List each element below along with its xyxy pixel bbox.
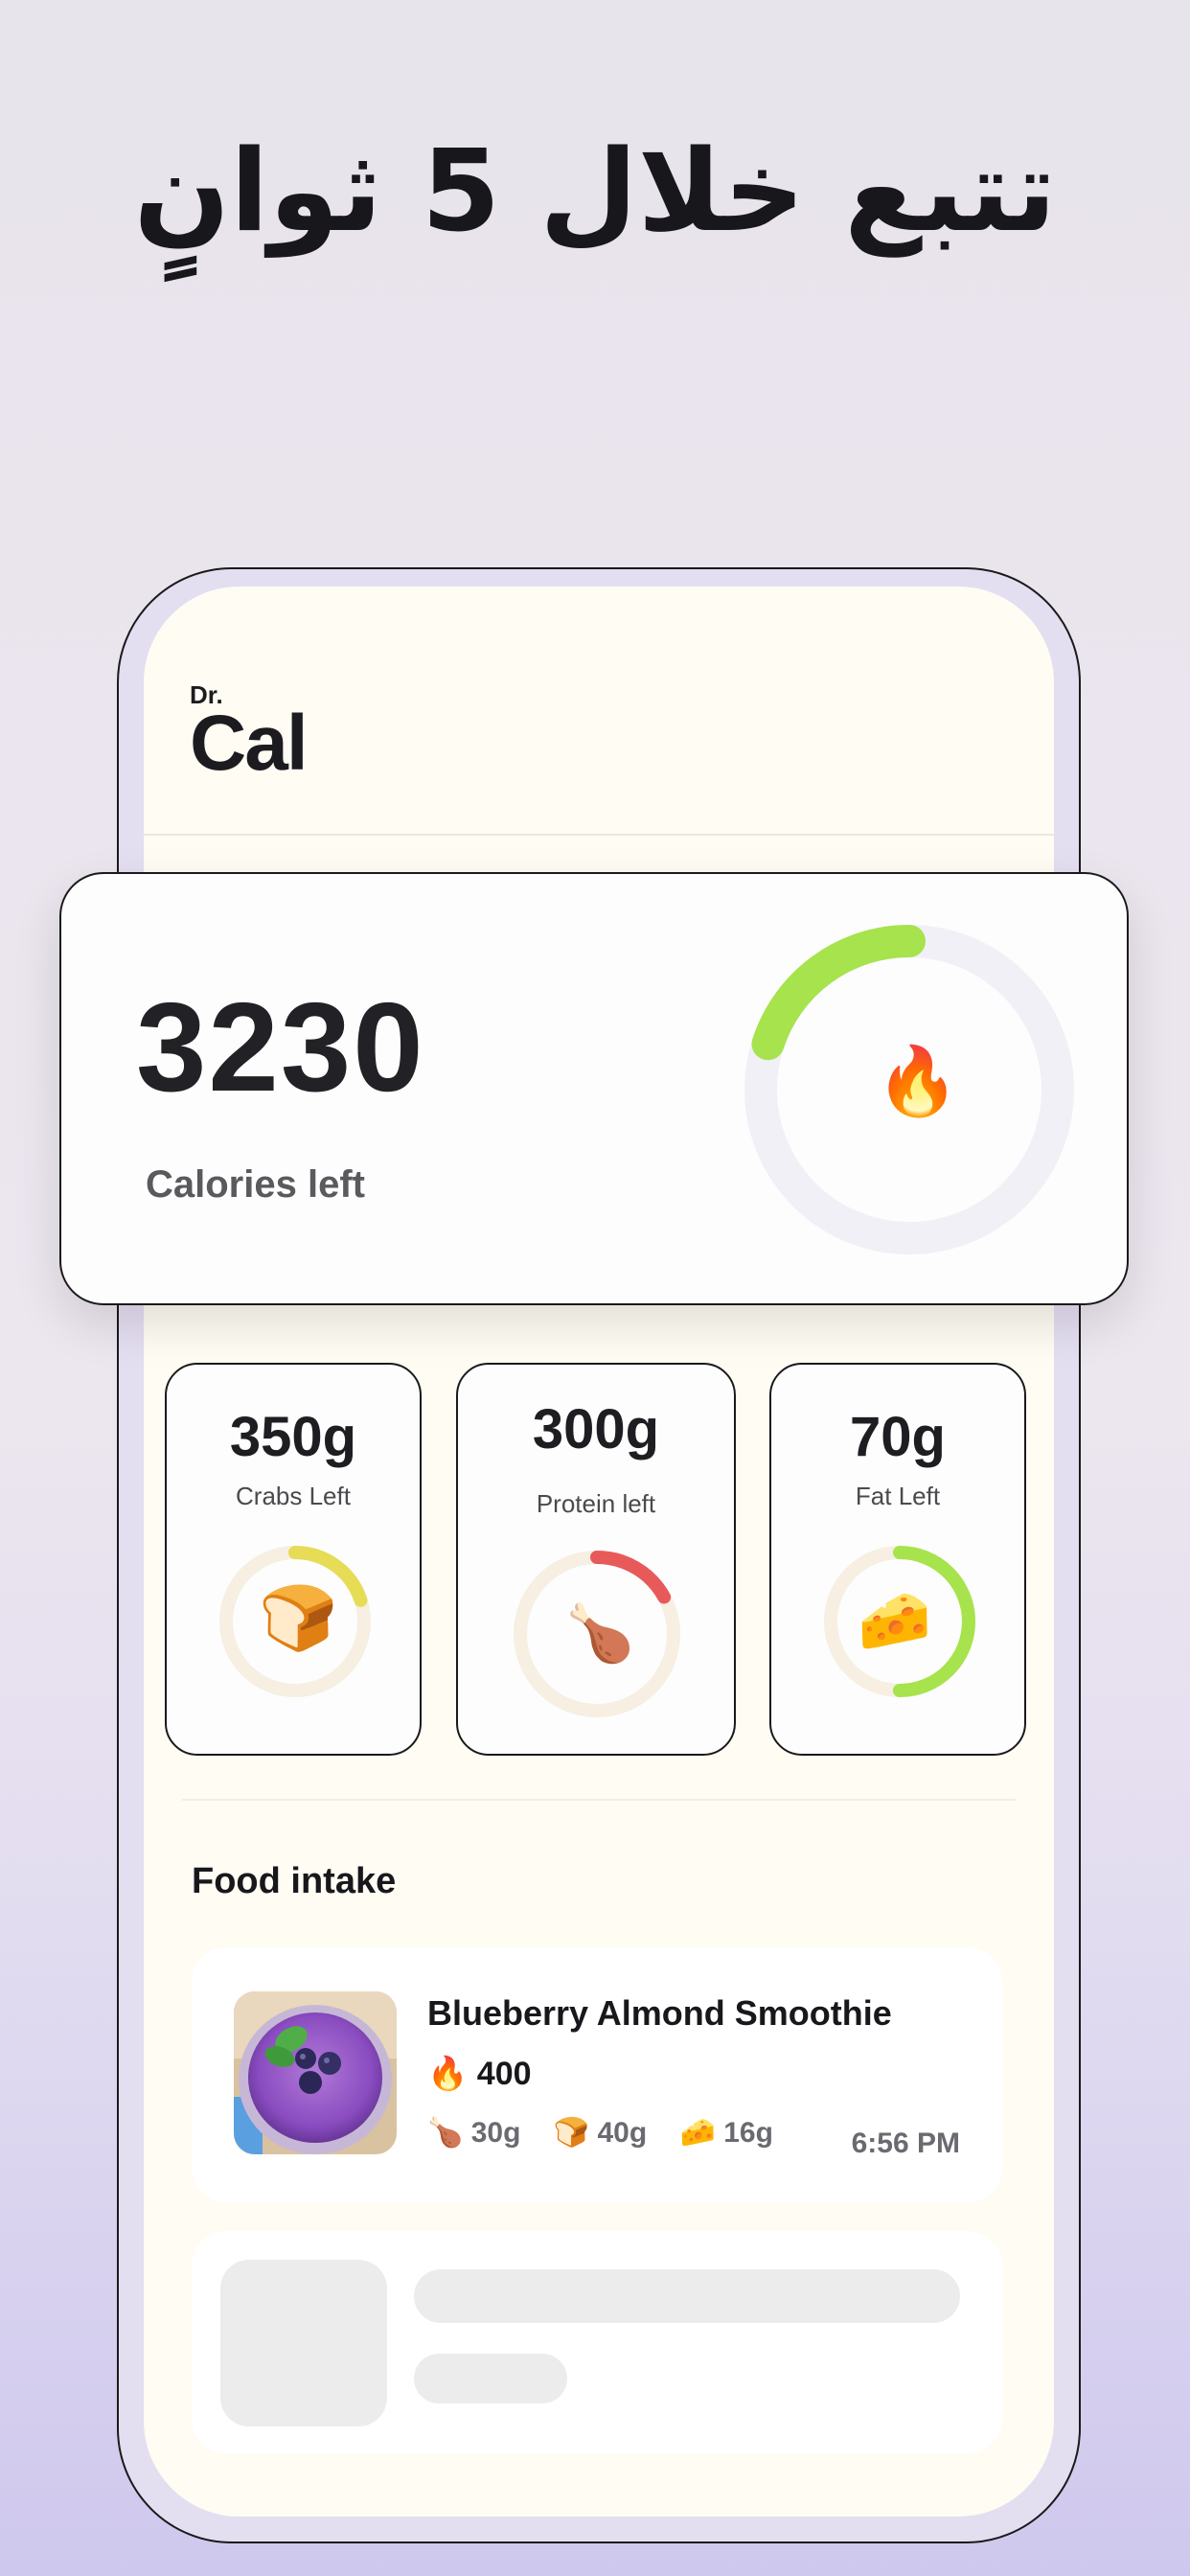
bread-icon: 🍞 [259, 1581, 338, 1655]
carbs-card[interactable]: 350g Crabs Left 🍞 [165, 1363, 422, 1756]
carbs-value: 350g [229, 1406, 357, 1468]
fat-card[interactable]: 70g Fat Left 🧀 [769, 1363, 1026, 1756]
protein-value: 300g [532, 1398, 660, 1460]
food-fat-value: 16g [723, 2117, 773, 2149]
page-headline: تتبع خلال 5 ثوانٍ [133, 125, 1057, 257]
loading-placeholder-card [192, 2231, 1002, 2453]
fire-icon: 🔥 [427, 2055, 469, 2093]
carbs-label: Crabs Left [236, 1482, 351, 1510]
placeholder-line [414, 2354, 567, 2404]
food-carbs-value: 40g [597, 2117, 648, 2149]
protein-label: Protein left [536, 1489, 656, 1518]
fat-progress-ring: 🧀 [821, 1543, 978, 1705]
protein-progress-ring: 🍗 [510, 1547, 684, 1726]
food-time: 6:56 PM [851, 2128, 960, 2159]
drumstick-icon: 🍗 [565, 1600, 635, 1666]
bread-icon: 🍞 [553, 2116, 590, 2150]
cheese-icon: 🧀 [679, 2116, 716, 2150]
fat-value: 70g [850, 1406, 946, 1468]
food-intake-title: Food intake [192, 1861, 397, 1901]
app-logo: Dr. Cal [190, 682, 309, 787]
drumstick-icon: 🍗 [427, 2116, 464, 2150]
food-name: Blueberry Almond Smoothie [427, 1993, 892, 2033]
calories-card[interactable]: 3230 Calories left 🔥 [59, 872, 1129, 1305]
placeholder-line [414, 2269, 960, 2323]
section-divider [182, 1799, 1016, 1801]
fire-icon: 🔥 [876, 1042, 960, 1120]
logo-cal-text: Cal [190, 700, 309, 787]
calories-label: Calories left [146, 1163, 365, 1206]
placeholder-image [220, 2260, 387, 2426]
food-macros: 🍗 30g 🍞 40g 🧀 16g [427, 2116, 798, 2150]
calories-progress-ring: 🔥 [742, 922, 1077, 1257]
food-protein-value: 30g [470, 2117, 521, 2149]
food-item-card[interactable]: Blueberry Almond Smoothie 🔥 400 🍗 30g 🍞 … [192, 1947, 1002, 2202]
food-calories: 🔥 400 [427, 2055, 532, 2093]
cheese-icon: 🧀 [858, 1585, 932, 1655]
carbs-progress-ring: 🍞 [217, 1543, 374, 1705]
header-divider [144, 834, 1054, 836]
food-calories-value: 400 [476, 2056, 532, 2092]
smoothie-image [234, 1991, 397, 2154]
fat-label: Fat Left [855, 1482, 941, 1510]
calories-value: 3230 [136, 977, 425, 1117]
protein-card[interactable]: 300g Protein left 🍗 [456, 1363, 736, 1756]
